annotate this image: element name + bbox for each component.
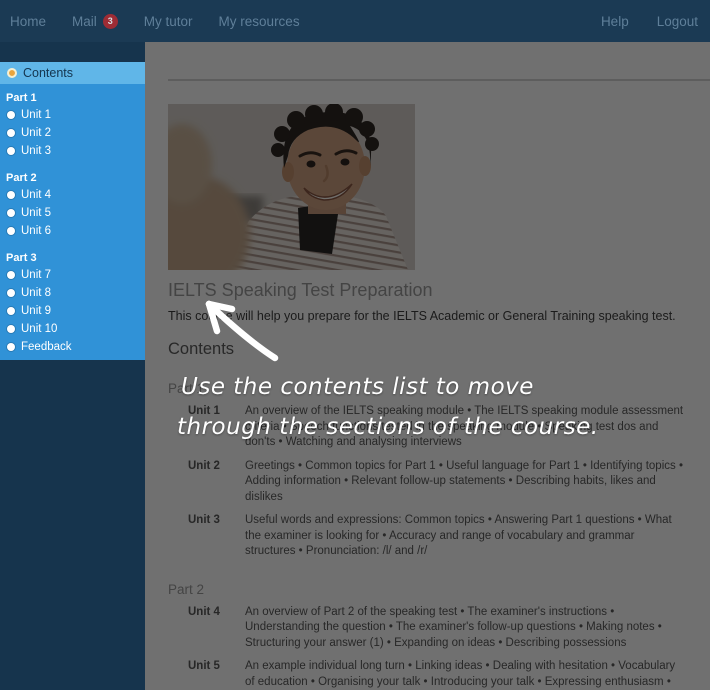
menu-group-part3: Part 3 Unit 7 Unit 8 Unit 9 Unit 10 Feed… (0, 250, 145, 356)
sidebar-item-feedback[interactable]: Feedback (0, 338, 145, 356)
sidebar-item-unit4[interactable]: Unit 4 (0, 186, 145, 204)
nav-my-tutor[interactable]: My tutor (144, 14, 193, 29)
bullet-icon (7, 343, 15, 351)
bullet-icon (7, 307, 15, 315)
sidebar-item-unit8[interactable]: Unit 8 (0, 284, 145, 302)
contents-menu: Part 1 Unit 1 Unit 2 Unit 3 Part 2 Unit … (0, 84, 145, 360)
tutorial-tip-line2: through the sections of the course. (177, 414, 599, 440)
bullet-icon (7, 325, 15, 333)
bullet-icon (7, 111, 15, 119)
sidebar-item-unit6[interactable]: Unit 6 (0, 222, 145, 240)
sidebar-item-unit5[interactable]: Unit 5 (0, 204, 145, 222)
menu-part2-label: Part 2 (0, 170, 145, 186)
sidebar-item-unit3[interactable]: Unit 3 (0, 142, 145, 160)
bullet-icon (7, 147, 15, 155)
sidebar-item-unit7[interactable]: Unit 7 (0, 266, 145, 284)
menu-group-part1: Part 1 Unit 1 Unit 2 Unit 3 (0, 90, 145, 160)
contents-radio-icon (7, 68, 17, 78)
nav-mail[interactable]: Mail 3 (72, 14, 118, 29)
sidebar-item-unit9[interactable]: Unit 9 (0, 302, 145, 320)
menu-group-part2: Part 2 Unit 4 Unit 5 Unit 6 (0, 170, 145, 240)
nav-my-resources-label: My resources (219, 14, 300, 29)
nav-home-label: Home (10, 14, 46, 29)
nav-right-group: Help Logout (601, 14, 700, 29)
nav-logout[interactable]: Logout (657, 14, 698, 29)
nav-my-tutor-label: My tutor (144, 14, 193, 29)
sidebar: Contents Part 1 Unit 1 Unit 2 Unit 3 Par… (0, 42, 145, 690)
menu-part3-label: Part 3 (0, 250, 145, 266)
contents-header-label: Contents (23, 66, 73, 80)
bullet-icon (7, 289, 15, 297)
page: Home Mail 3 My tutor My resources Help L… (0, 0, 710, 690)
contents-header[interactable]: Contents (0, 62, 145, 84)
tutorial-tip-line1: Use the contents list to move (181, 374, 534, 400)
sidebar-item-unit1[interactable]: Unit 1 (0, 106, 145, 124)
sidebar-item-unit2[interactable]: Unit 2 (0, 124, 145, 142)
bullet-icon (7, 227, 15, 235)
sidebar-item-unit10[interactable]: Unit 10 (0, 320, 145, 338)
mail-count-badge: 3 (103, 14, 118, 29)
nav-left-group: Home Mail 3 My tutor My resources (10, 14, 300, 29)
top-nav: Home Mail 3 My tutor My resources Help L… (0, 0, 710, 42)
nav-help-label: Help (601, 14, 629, 29)
nav-help[interactable]: Help (601, 14, 629, 29)
menu-part1-label: Part 1 (0, 90, 145, 106)
bullet-icon (7, 191, 15, 199)
tutorial-arrow-icon (195, 293, 287, 371)
nav-home[interactable]: Home (10, 14, 46, 29)
nav-mail-label: Mail (72, 14, 97, 29)
bullet-icon (7, 209, 15, 217)
nav-logout-label: Logout (657, 14, 698, 29)
nav-my-resources[interactable]: My resources (219, 14, 300, 29)
bullet-icon (7, 129, 15, 137)
bullet-icon (7, 271, 15, 279)
